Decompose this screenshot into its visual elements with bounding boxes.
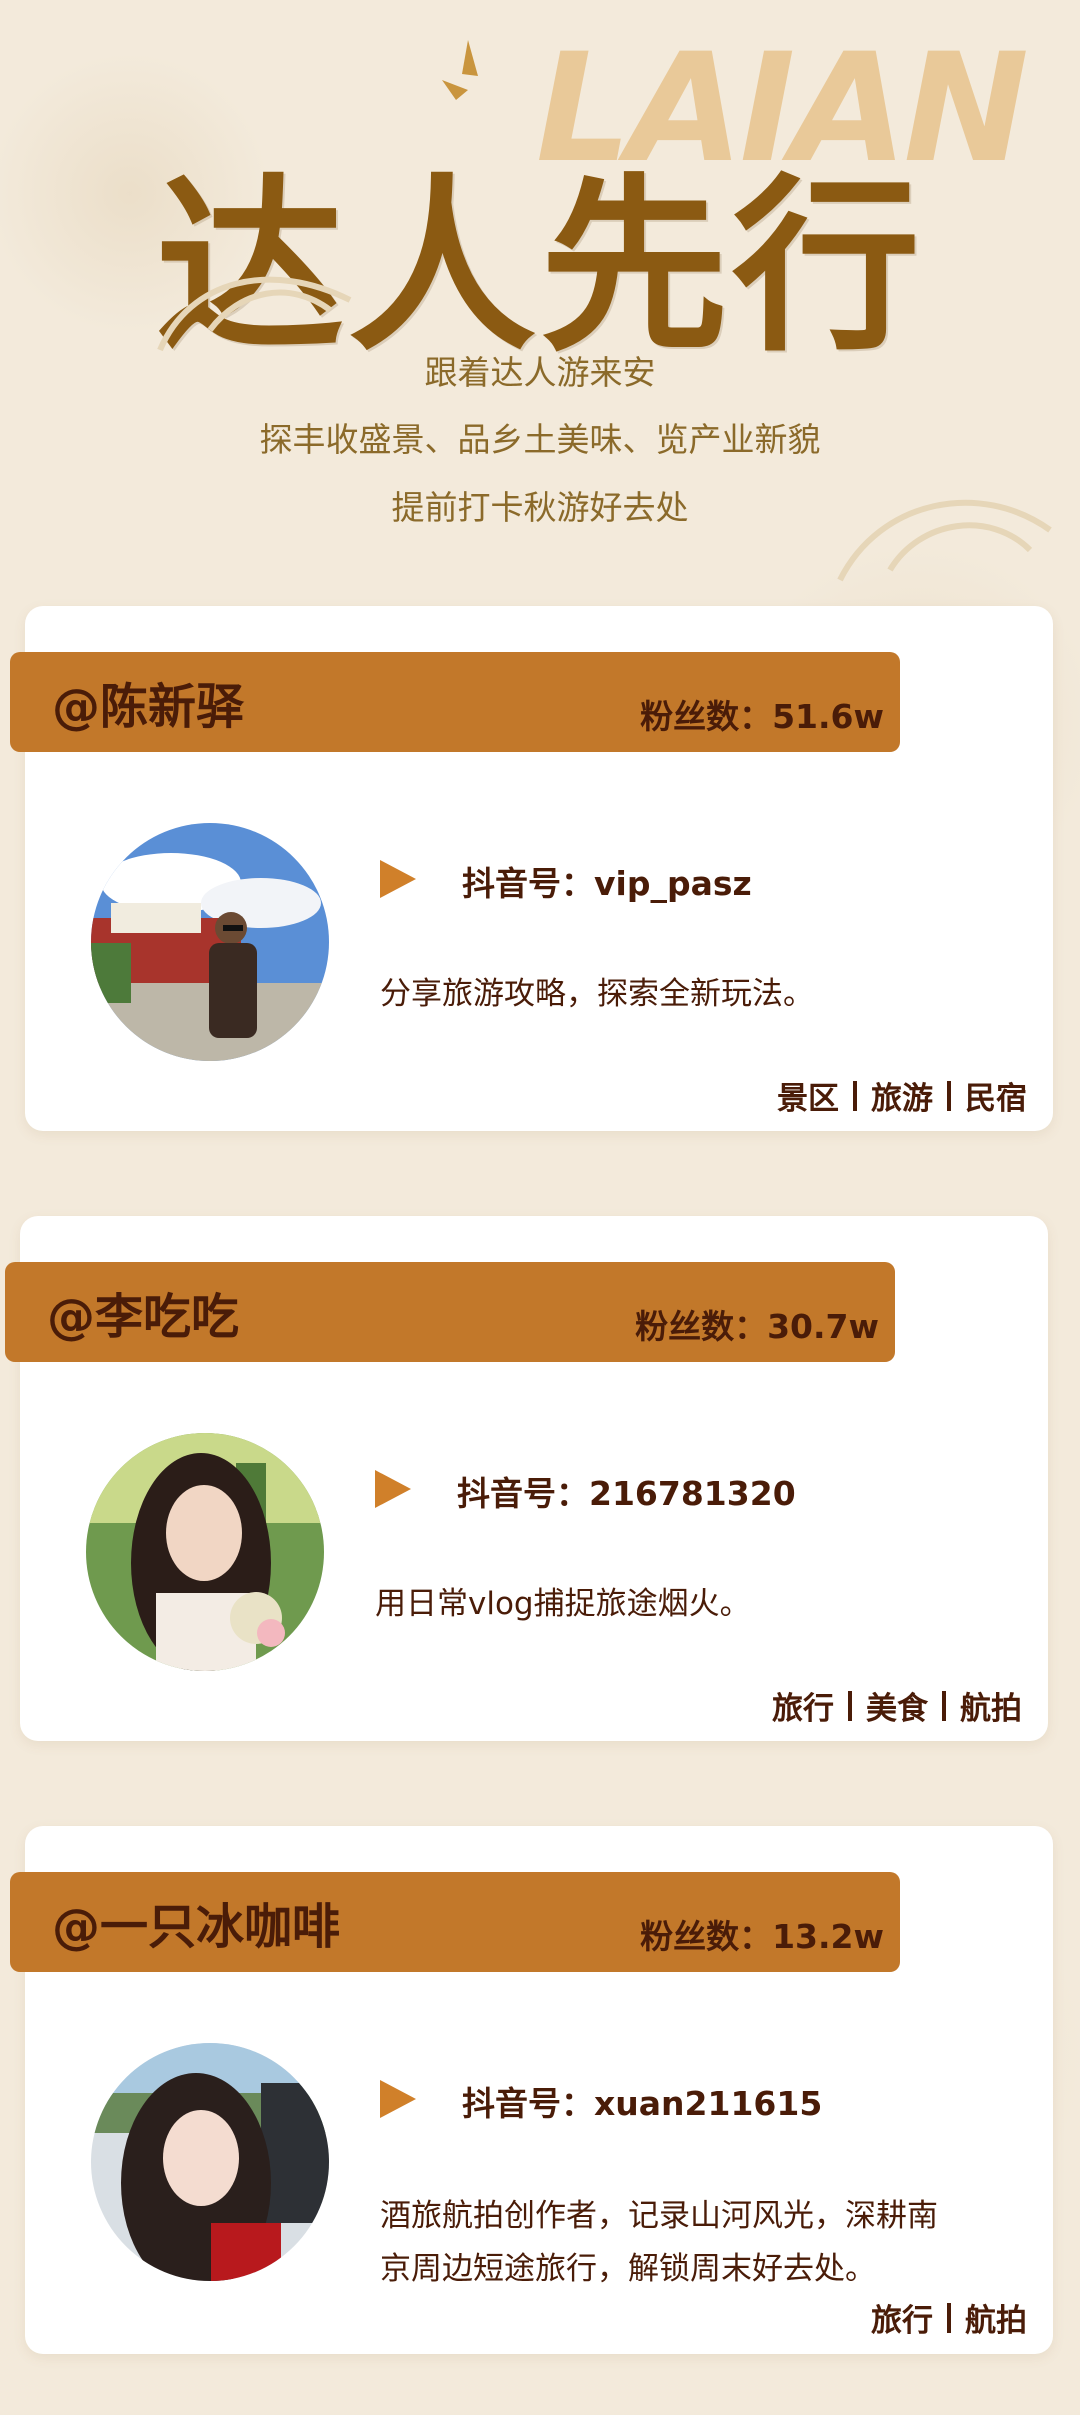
play-icon [380,860,416,898]
tag-divider [942,1690,946,1721]
description-line: 分享旅游攻略，探索全新玩法。 [380,976,814,1012]
creator-description: 酒旅航拍创作者，记录山河风光，深耕南 京周边短途旅行，解锁周末好去处。 [380,2190,938,2296]
tag-divider [848,1690,852,1721]
description-line: 京周边短途旅行，解锁周末好去处。 [380,2251,876,2287]
douyin-id: 抖音号：xuan211615 [462,2084,823,2123]
subtitle-line-2: 探丰收盛景、品乡土美味、览产业新貌 [259,420,821,459]
avatar[interactable] [91,823,329,1061]
douyin-id: 抖音号：vip_pasz [462,864,752,903]
woman-with-flowers-photo-icon [86,1433,324,1671]
tag: 旅行 [772,1691,834,1727]
creator-handle: @陈新驿 [52,679,245,735]
play-icon [380,2080,416,2118]
tag-list: 旅行 美食 航拍 [772,1683,1022,1728]
tag: 美食 [866,1691,928,1727]
creator-banner-1: @陈新驿 粉丝数：51.6w [10,652,900,752]
tag: 航拍 [965,2303,1027,2339]
tag: 景区 [777,1081,839,1117]
tag-divider [947,1080,951,1111]
tag-list: 旅行 航拍 [871,2295,1027,2340]
swirl-left-icon [157,276,352,352]
tag-divider [947,2302,951,2333]
tag-list: 景区 旅游 民宿 [777,1073,1027,1118]
fans-count: 粉丝数：51.6w [640,697,884,736]
creator-banner-3: @一只冰咖啡 粉丝数：13.2w [10,1872,900,1972]
description-line: 酒旅航拍创作者，记录山河风光，深耕南 [380,2198,938,2234]
header: LAIAN 达人先行 跟着达人游来安 探丰收盛景、品乡土美味、览产业新貌 提前打… [0,0,1080,582]
woman-in-car-photo-icon [91,2043,329,2281]
decorative-strokes-icon [442,40,478,100]
description-line: 用日常vlog捕捉旅途烟火。 [375,1586,751,1622]
man-at-potala-palace-photo-icon [91,823,329,1061]
subtitle-line-3: 提前打卡秋游好去处 [391,488,689,527]
creator-banner-2: @李吃吃 粉丝数：30.7w [5,1262,895,1362]
avatar[interactable] [91,2043,329,2281]
creator-description: 用日常vlog捕捉旅途烟火。 [375,1578,751,1631]
tag: 旅游 [871,1081,933,1117]
creator-handle: @李吃吃 [47,1289,240,1345]
play-icon [375,1470,411,1508]
fans-count: 粉丝数：30.7w [635,1307,879,1346]
creator-description: 分享旅游攻略，探索全新玩法。 [380,968,814,1021]
tag: 旅行 [871,2303,933,2339]
creator-handle: @一只冰咖啡 [52,1899,341,1955]
subtitle-line-1: 跟着达人游来安 [424,353,656,392]
douyin-id: 抖音号：216781320 [457,1474,796,1513]
fans-count: 粉丝数：13.2w [640,1917,884,1956]
avatar[interactable] [86,1433,324,1671]
tag: 民宿 [965,1081,1027,1117]
tag: 航拍 [960,1691,1022,1727]
tag-divider [853,1080,857,1111]
